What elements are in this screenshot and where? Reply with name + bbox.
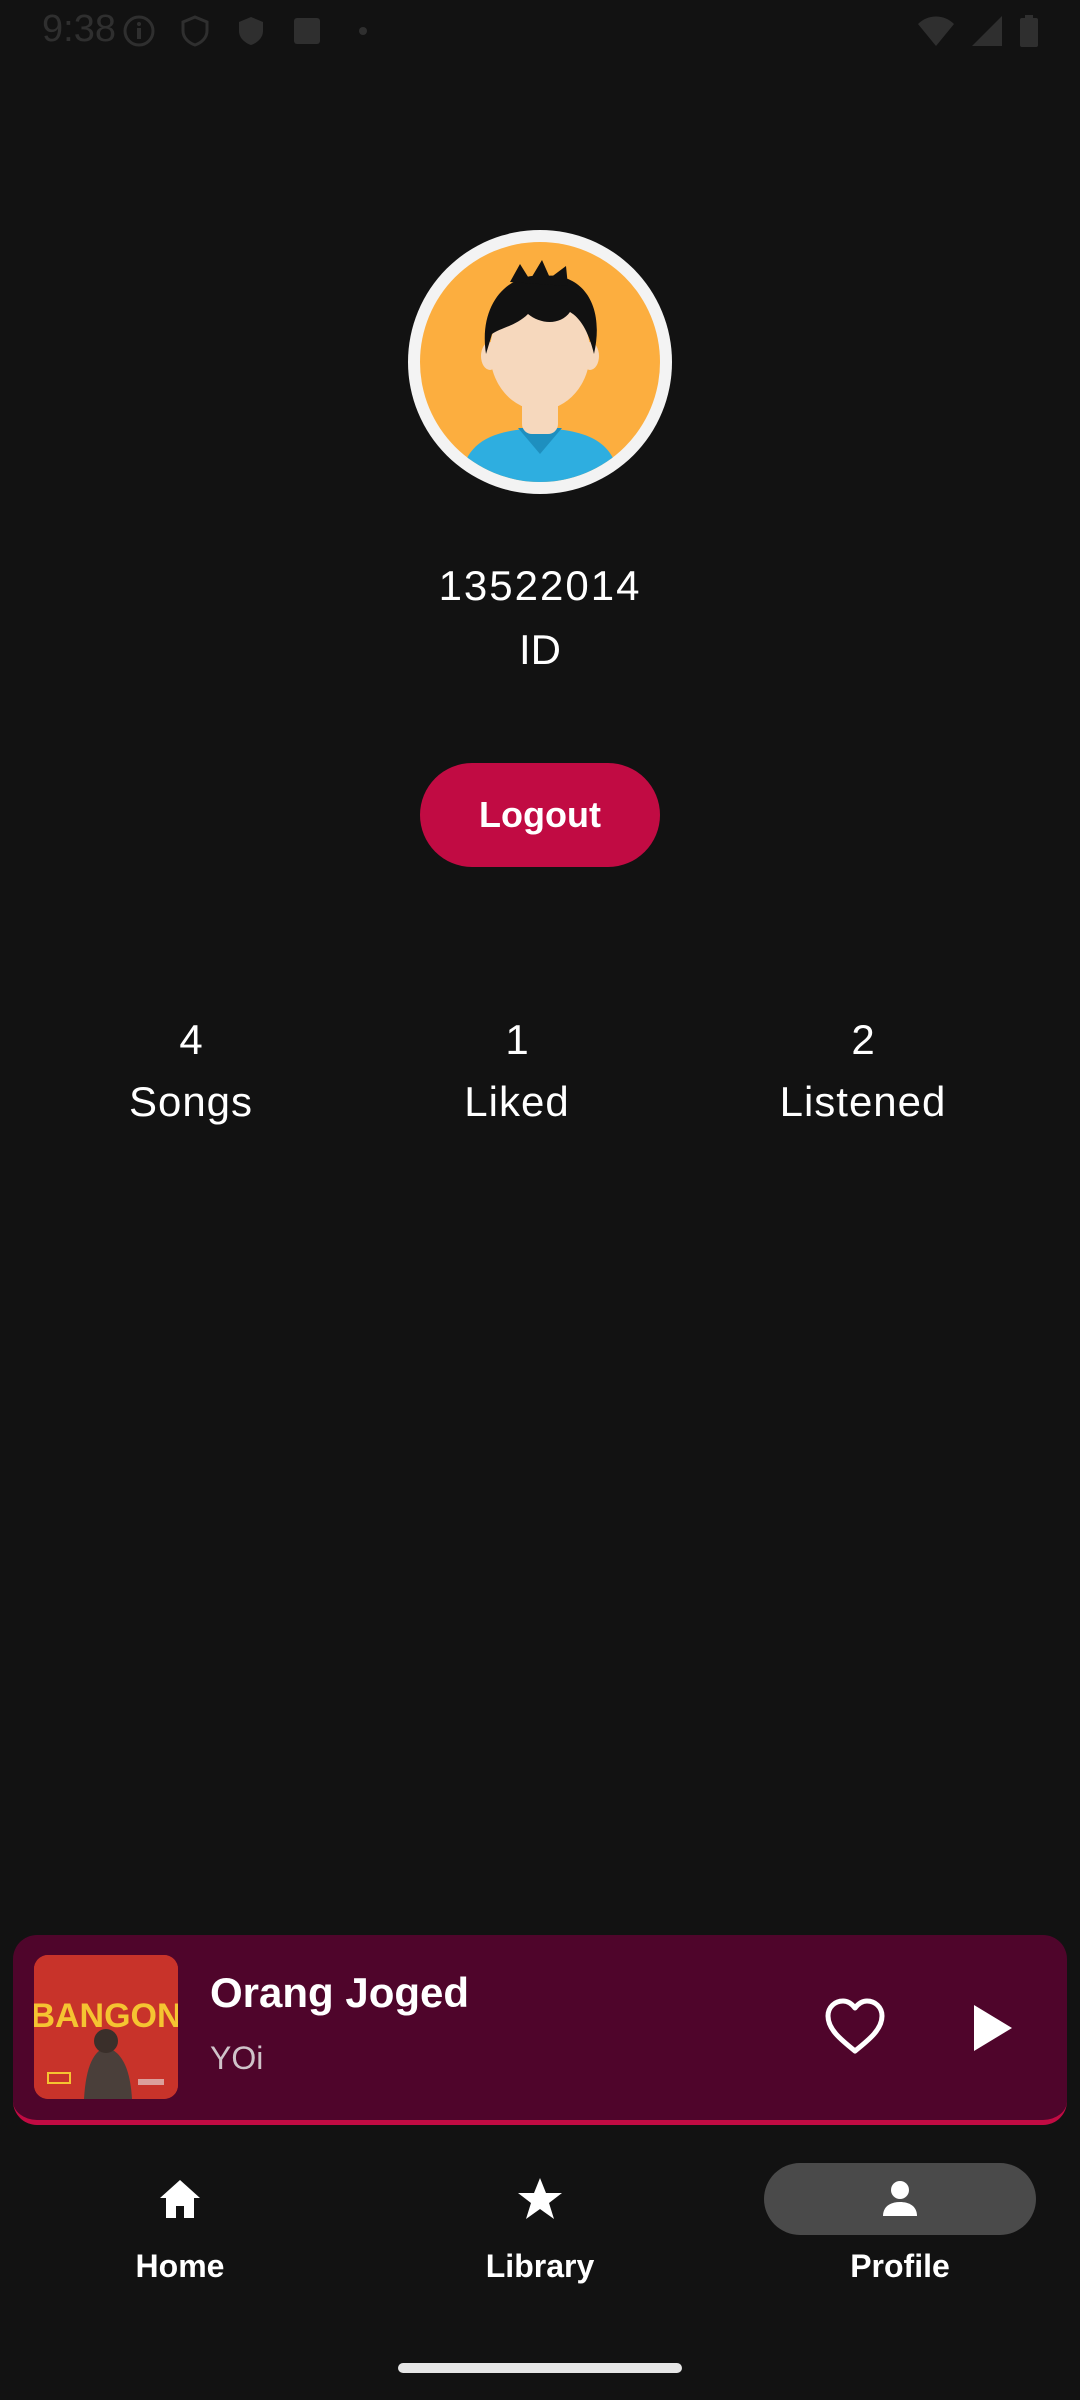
stat-songs: 4 Songs [31,1010,351,1134]
stat-listened: 2 Listened [703,1010,1023,1134]
stat-liked-label: Liked [464,1078,570,1125]
dot-icon [346,14,380,48]
play-button[interactable] [954,1993,1024,2063]
home-gesture-bar[interactable] [398,2363,682,2373]
stat-songs-value: 4 [179,1016,203,1063]
nav-item-profile[interactable]: Profile [720,2140,1080,2310]
app-icon [290,14,324,48]
nav-label-library: Library [485,2248,595,2284]
track-title: Orang Joged [210,1969,470,2016]
stat-listened-value: 2 [851,1016,875,1063]
play-icon [974,2005,1012,2051]
signal-icon [970,14,1004,53]
user-id: 13522014 [438,562,642,609]
like-button[interactable] [820,1993,890,2063]
info-icon [122,14,156,48]
album-art-image: BANGON [34,1955,178,2099]
play-protect-icon [234,14,268,48]
profile-avatar [408,230,672,494]
stat-liked-value: 1 [505,1016,529,1063]
person-icon [883,2181,917,2216]
stat-songs-label: Songs [128,1078,254,1125]
nav-label-profile: Profile [850,2248,950,2284]
logout-button[interactable]: Logout [420,763,660,867]
heart-outline-icon [825,1998,885,2054]
stat-listened-label: Listened [779,1078,947,1125]
mini-player[interactable]: BANGON Orang Joged YOi [13,1935,1067,2125]
album-art: BANGON [34,1955,178,2099]
user-id-label: ID [519,626,561,673]
shield-icon [178,14,212,48]
status-system-icons [916,14,1040,53]
status-bar: 9:38 [0,0,1080,60]
avatar-illustration [420,242,660,482]
star-icon [518,2178,562,2219]
stat-liked: 1 Liked [357,1010,677,1134]
status-notification-icons [122,14,380,48]
nav-label-home: Home [135,2248,225,2284]
status-time: 9:38 [42,8,116,50]
track-artist: YOi [210,2040,264,2076]
nav-item-library[interactable]: Library [360,2140,720,2310]
bottom-navigation: Home Library Profile [0,2140,1080,2310]
home-icon [160,2180,200,2218]
battery-icon [1018,14,1040,53]
wifi-icon [916,14,956,53]
nav-item-home[interactable]: Home [0,2140,360,2310]
